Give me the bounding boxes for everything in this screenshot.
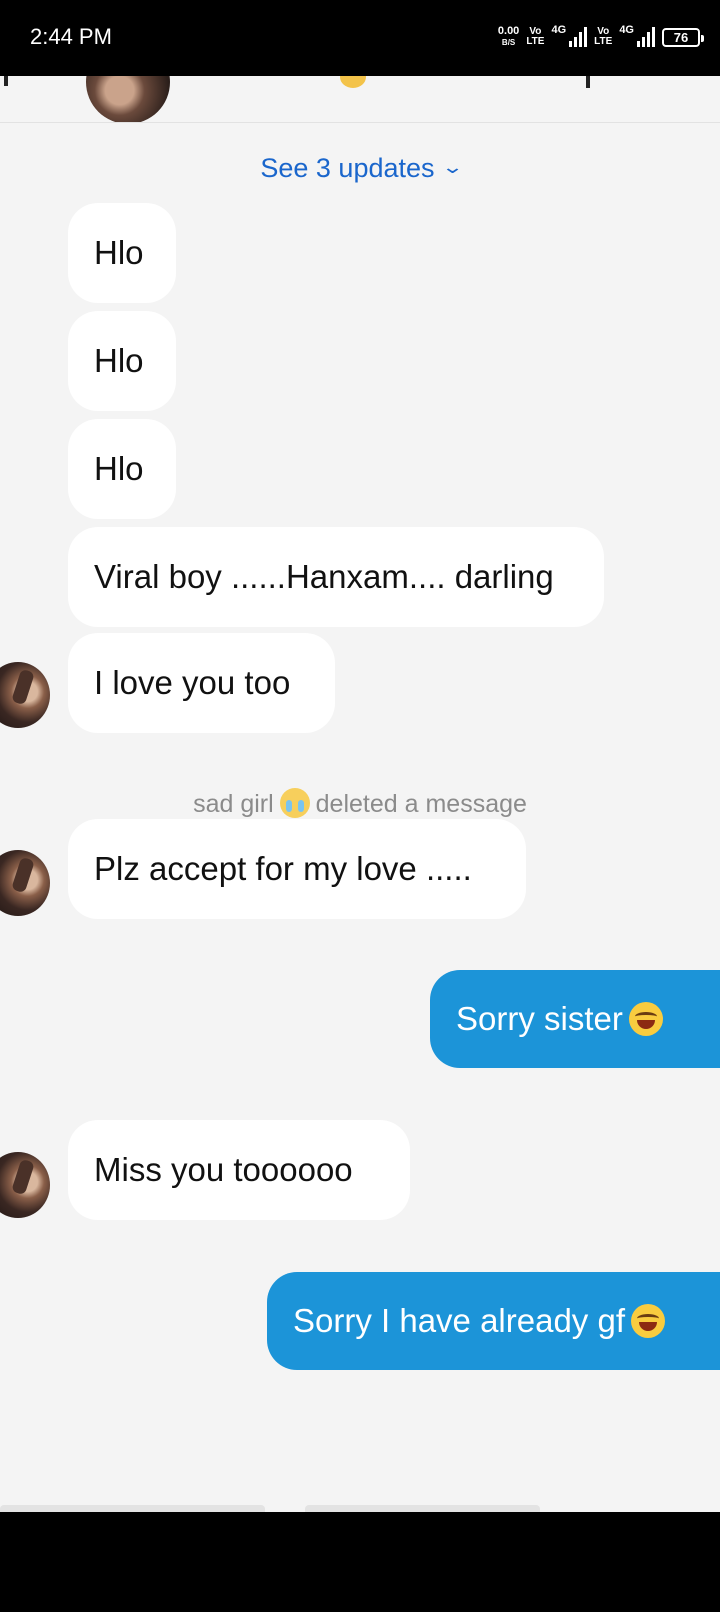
message-text: Hlo bbox=[94, 234, 144, 271]
sender-avatar[interactable] bbox=[0, 662, 50, 728]
contact-emoji-icon bbox=[340, 76, 366, 88]
see-updates-link[interactable]: See 3 updates ⌄ bbox=[0, 153, 720, 184]
sim2-signal-icon bbox=[637, 27, 655, 47]
incoming-message[interactable]: Hlo bbox=[68, 311, 176, 411]
status-icons: 0.00 B/S Vo LTE 4G Vo LTE 4G 76 bbox=[498, 22, 704, 52]
incoming-message[interactable]: I love you too bbox=[68, 633, 335, 733]
sim1-volte-icon: Vo LTE bbox=[526, 26, 545, 47]
status-time: 2:44 PM bbox=[30, 24, 112, 49]
sender-avatar[interactable] bbox=[0, 1152, 50, 1218]
header-action-icon[interactable] bbox=[586, 76, 590, 88]
incoming-message[interactable]: Hlo bbox=[68, 419, 176, 519]
deleted-message-notice: sad girl deleted a message bbox=[0, 788, 720, 819]
see-updates-label: See 3 updates bbox=[260, 153, 435, 183]
incoming-message[interactable]: Plz accept for my love ..... bbox=[68, 819, 526, 919]
status-bar: 2:44 PM 0.00 B/S Vo LTE 4G Vo LTE 4G 76 bbox=[0, 0, 720, 76]
laughing-face-icon bbox=[628, 1002, 663, 1036]
battery-level: 76 bbox=[673, 29, 689, 45]
laughing-face-icon bbox=[631, 1304, 665, 1338]
notice-action: deleted a message bbox=[315, 790, 527, 818]
back-arrow-icon[interactable] bbox=[4, 76, 8, 86]
network-speed: 0.00 B/S bbox=[498, 26, 519, 48]
message-text: Hlo bbox=[94, 342, 144, 379]
notice-user: sad girl bbox=[193, 790, 274, 818]
crying-face-icon bbox=[279, 788, 310, 818]
message-text: Miss you toooooo bbox=[94, 1151, 353, 1188]
sim2-volte-icon: Vo LTE bbox=[594, 26, 613, 47]
message-text: Plz accept for my love ..... bbox=[94, 850, 472, 887]
chevron-down-icon: ⌄ bbox=[440, 157, 464, 177]
network-speed-value: 0.00 bbox=[497, 25, 520, 37]
sim1-network-type: 4G bbox=[551, 24, 567, 36]
message-text: Hlo bbox=[94, 450, 144, 487]
incoming-message[interactable]: Hlo bbox=[68, 203, 176, 303]
message-text: Viral boy ......Hanxam.... darling bbox=[94, 558, 554, 595]
battery-icon: 76 bbox=[662, 27, 704, 47]
sim1-signal-icon bbox=[569, 27, 588, 47]
message-text: I love you too bbox=[94, 664, 291, 701]
sender-avatar[interactable] bbox=[0, 850, 50, 916]
message-text: Sorry I have already gf bbox=[293, 1302, 625, 1339]
outgoing-message[interactable]: Sorry sister bbox=[430, 970, 720, 1068]
navigation-bar bbox=[0, 1512, 720, 1612]
network-speed-unit: B/S bbox=[501, 38, 516, 47]
incoming-message[interactable]: Miss you toooooo bbox=[68, 1120, 410, 1220]
chat-header bbox=[0, 76, 720, 123]
outgoing-message[interactable]: Sorry I have already gf bbox=[267, 1272, 720, 1370]
contact-avatar[interactable] bbox=[86, 76, 170, 122]
message-text: Sorry sister bbox=[456, 1000, 623, 1037]
incoming-message[interactable]: Viral boy ......Hanxam.... darling bbox=[68, 527, 604, 627]
sim2-network-type: 4G bbox=[619, 24, 634, 36]
